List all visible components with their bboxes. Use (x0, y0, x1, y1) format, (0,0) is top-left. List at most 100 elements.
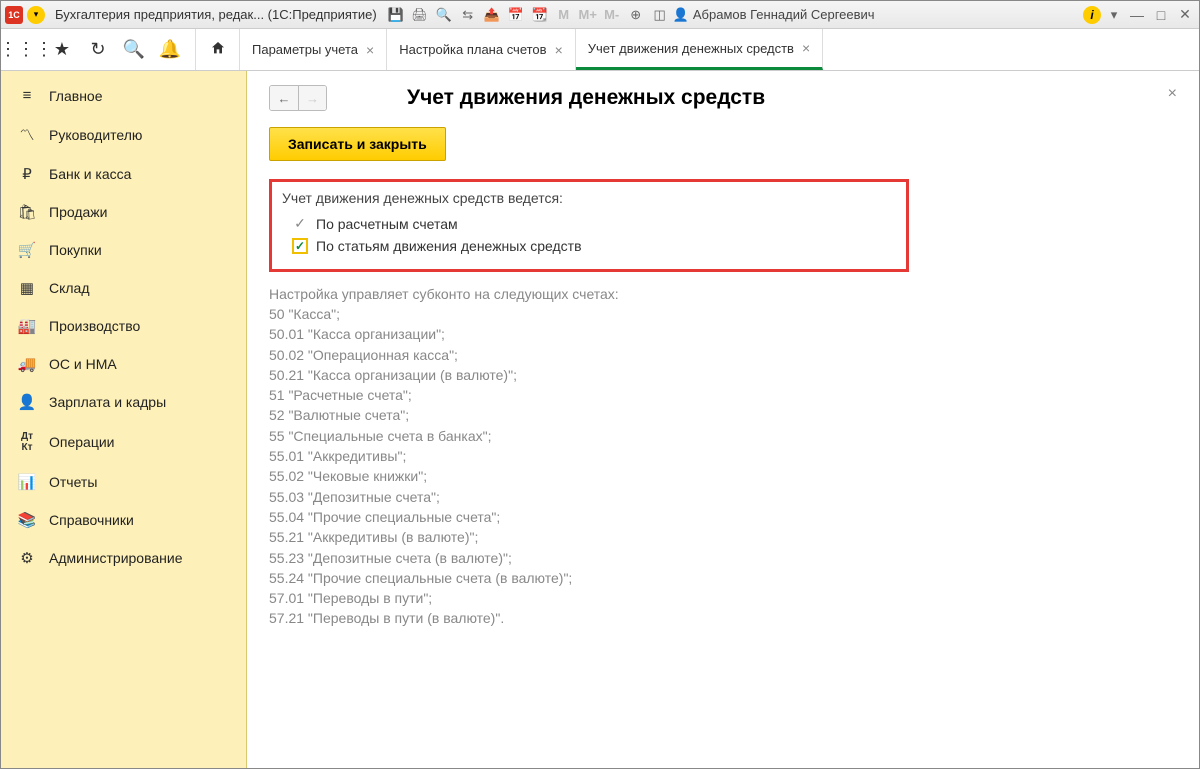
option-label: По расчетным счетам (316, 216, 458, 232)
calendar-icon[interactable]: 📅 (507, 6, 525, 24)
nav-back-button[interactable]: ← (270, 86, 298, 110)
close-page-button[interactable]: × (1168, 85, 1177, 103)
dtkt-icon: ДтКт (17, 431, 37, 453)
minimize-button[interactable]: — (1127, 6, 1147, 24)
sidebar-item-label: Зарплата и кадры (49, 394, 166, 410)
account-line: 50.21 "Касса организации (в валюте)"; (269, 365, 1177, 385)
search-icon[interactable]: 🔍 (123, 39, 145, 61)
zoom-icon[interactable]: ⊕ (627, 6, 645, 24)
page-title: Учет движения денежных средств (407, 86, 765, 110)
factory-icon: 🏭 (17, 317, 37, 335)
account-line: 55.04 "Прочие специальные счета"; (269, 507, 1177, 527)
close-icon[interactable]: × (555, 42, 563, 58)
save-icon[interactable]: 💾 (387, 6, 405, 24)
tab-label: Учет движения денежных средств (588, 41, 794, 56)
star-icon[interactable]: ★ (51, 39, 73, 61)
maximize-button[interactable]: □ (1151, 6, 1171, 24)
m-icon[interactable]: M (555, 6, 573, 24)
bell-icon[interactable]: 🔔 (159, 39, 181, 61)
sidebar-item-bank[interactable]: ₽ Банк и касса (1, 155, 246, 193)
user-icon: 👤 (673, 7, 689, 23)
account-line: 52 "Валютные счета"; (269, 405, 1177, 425)
option-fixed: ✓ По расчетным счетам (282, 212, 896, 235)
check-fixed-icon: ✓ (292, 215, 308, 232)
account-line: 57.21 "Переводы в пути (в валюте)". (269, 608, 1177, 628)
close-button[interactable]: ✕ (1175, 6, 1195, 24)
print-icon[interactable]: 🖨 (411, 6, 429, 24)
cart-icon: 🛒 (17, 241, 37, 259)
toolbar-icons: 💾 🖨 🔍 ⇆ 📤 📅 📆 M M+ M- ⊕ ◫ (387, 6, 669, 24)
sidebar-item-hr[interactable]: 👤 Зарплата и кадры (1, 383, 246, 421)
sidebar-item-label: Справочники (49, 512, 134, 528)
app-window: 1C ▾ Бухгалтерия предприятия, редак... (… (0, 0, 1200, 769)
checkbox-articles[interactable]: ✓ (292, 238, 308, 254)
bars-icon: 📊 (17, 473, 37, 491)
sidebar-item-reports[interactable]: 📊Отчеты (1, 463, 246, 501)
boxes-icon: ▦ (17, 279, 37, 297)
highlight-box: Учет движения денежных средств ведется: … (269, 179, 909, 272)
sidebar-item-admin[interactable]: ⚙Администрирование (1, 539, 246, 577)
account-line: 55.01 "Аккредитивы"; (269, 446, 1177, 466)
account-line: 55.24 "Прочие специальные счета (в валют… (269, 568, 1177, 588)
user-block[interactable]: 👤 Абрамов Геннадий Сергеевич (673, 7, 875, 23)
chart-icon: 〽 (17, 124, 37, 145)
save-close-button[interactable]: Записать и закрыть (269, 127, 446, 161)
tabs-bar: ⋮⋮⋮ ★ ↻ 🔍 🔔 Параметры учета × Настройка … (1, 29, 1199, 71)
ruble-icon: ₽ (17, 165, 37, 183)
sidebar-item-label: Склад (49, 280, 90, 296)
app-logo-icon: 1C (5, 6, 23, 24)
m-plus-icon[interactable]: M+ (579, 6, 597, 24)
account-line: 50.02 "Операционная касса"; (269, 345, 1177, 365)
sidebar-item-manager[interactable]: 〽 Руководителю (1, 114, 246, 155)
sidebar-item-catalogs[interactable]: 📚 Справочники (1, 501, 246, 539)
apps-icon[interactable]: ⋮⋮⋮ (15, 39, 37, 61)
sidebar-item-warehouse[interactable]: ▦ Склад (1, 269, 246, 307)
sidebar-item-sales[interactable]: 🛍Продажи (1, 193, 246, 231)
preview-icon[interactable]: 🔍 (435, 6, 453, 24)
info-dd-icon[interactable]: ▾ (1105, 6, 1123, 24)
tab-params[interactable]: Параметры учета × (240, 29, 387, 70)
info-icon[interactable]: i (1083, 6, 1101, 24)
sidebar-item-operations[interactable]: ДтКт Операции (1, 421, 246, 463)
compare-icon[interactable]: ⇆ (459, 6, 477, 24)
close-icon[interactable]: × (366, 42, 374, 58)
dropdown-icon[interactable]: ▾ (27, 6, 45, 24)
sidebar-item-label: Руководителю (49, 127, 142, 143)
calendar31-icon[interactable]: 📆 (531, 6, 549, 24)
sidebar-item-label: Производство (49, 318, 140, 334)
sidebar-item-main[interactable]: ≡ Главное (1, 77, 246, 114)
sidebar-item-purchases[interactable]: 🛒 Покупки (1, 231, 246, 269)
nav-forward-button[interactable]: → (298, 86, 326, 110)
sidebar-item-label: Покупки (49, 242, 102, 258)
tab-label: Настройка плана счетов (399, 42, 546, 57)
sidebar-item-label: Операции (49, 434, 115, 450)
sidebar-item-label: Продажи (49, 204, 107, 220)
m-minus-icon[interactable]: M- (603, 6, 621, 24)
history-icon[interactable]: ↻ (87, 39, 109, 61)
sidebar-item-assets[interactable]: 🚚ОС и НМА (1, 345, 246, 383)
person-icon: 👤 (17, 393, 37, 411)
section-title: Учет движения денежных средств ведется: (282, 190, 896, 206)
sidebar-item-production[interactable]: 🏭 Производство (1, 307, 246, 345)
export-icon[interactable]: 📤 (483, 6, 501, 24)
books-icon: 📚 (17, 511, 37, 529)
sidebar-item-label: Главное (49, 88, 103, 104)
home-icon (210, 40, 226, 59)
option-checkbox-row: ✓ По статьям движения денежных средств (282, 235, 896, 257)
tab-cashflow[interactable]: Учет движения денежных средств × (576, 29, 823, 70)
panels-icon[interactable]: ◫ (651, 6, 669, 24)
tab-chart-settings[interactable]: Настройка плана счетов × (387, 29, 576, 70)
account-line: 55.23 "Депозитные счета (в валюте)"; (269, 548, 1177, 568)
sidebar-item-label: Банк и касса (49, 166, 131, 182)
menu-icon: ≡ (17, 87, 37, 104)
home-tab[interactable] (196, 29, 240, 70)
sidebar-item-label: ОС и НМА (49, 356, 117, 372)
main-content: × ← → Учет движения денежных средств Зап… (247, 71, 1199, 768)
desc-title: Настройка управляет субконто на следующи… (269, 286, 1177, 302)
account-line: 50.01 "Касса организации"; (269, 324, 1177, 344)
main-head: ← → Учет движения денежных средств (269, 85, 1177, 111)
account-line: 55.21 "Аккредитивы (в валюте)"; (269, 527, 1177, 547)
tool-left: ⋮⋮⋮ ★ ↻ 🔍 🔔 (1, 29, 196, 70)
close-icon[interactable]: × (802, 40, 810, 56)
account-line: 55.02 "Чековые книжки"; (269, 466, 1177, 486)
